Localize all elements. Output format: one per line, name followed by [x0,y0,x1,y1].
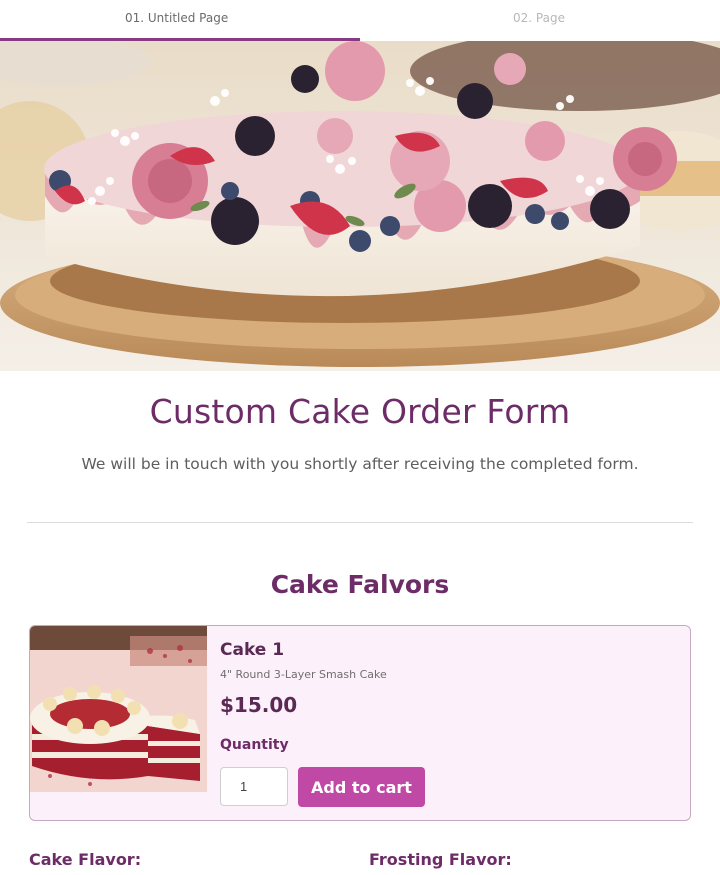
product-card: Cake 1 4" Round 3-Layer Smash Cake $15.0… [29,625,691,821]
product-image [30,626,207,792]
section-divider [27,522,693,523]
product-price: $15.00 [220,693,298,717]
product-description: 4" Round 3-Layer Smash Cake [220,668,387,681]
frosting-flavor-label: Frosting Flavor: [369,850,512,869]
tab-page-2[interactable]: 02. Page [513,11,565,25]
quantity-label: Quantity [220,737,289,753]
cake-flavor-label: Cake Flavor: [29,850,142,869]
page-tabs: 01. Untitled Page 02. Page [0,0,720,41]
add-to-cart-button[interactable]: Add to cart [298,767,425,807]
quantity-input[interactable] [220,767,288,806]
form-title: Custom Cake Order Form [149,392,571,431]
form-subtitle: We will be in touch with you shortly aft… [81,455,639,473]
hero-cake-image [0,41,720,371]
product-name: Cake 1 [220,640,285,660]
tab-untitled-page[interactable]: 01. Untitled Page [125,11,228,25]
section-title: Cake Falvors [270,570,450,599]
